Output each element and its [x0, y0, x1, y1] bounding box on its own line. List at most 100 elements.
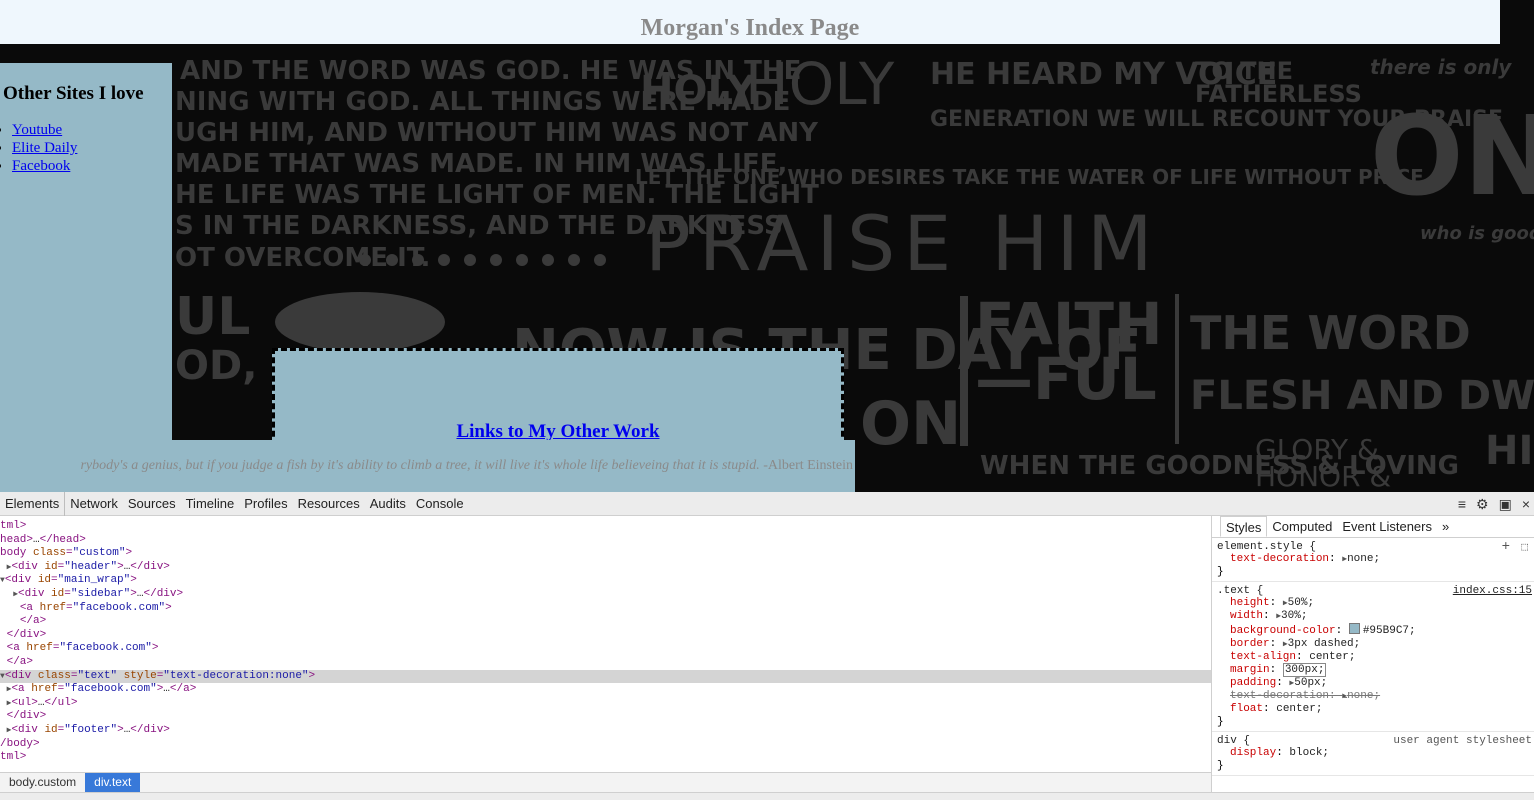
tab-console[interactable]: Console	[411, 492, 469, 516]
property-value[interactable]: 50px;	[1294, 677, 1327, 689]
css-property[interactable]: margin: 300px;	[1217, 663, 1530, 677]
tab-profiles[interactable]: Profiles	[239, 492, 292, 516]
tab-styles[interactable]: Styles	[1220, 516, 1268, 537]
property-name[interactable]: border	[1230, 638, 1270, 650]
breadcrumb-div-text[interactable]: div.text	[85, 773, 141, 792]
toggle-element-state-icon[interactable]: ⬚	[1521, 540, 1528, 554]
style-rules: element.style {+ ⬚ text-decoration: ▶none;…	[1212, 538, 1534, 776]
tab-computed[interactable]: Computed	[1267, 516, 1337, 537]
dom-node[interactable]: /body>	[0, 738, 1211, 751]
dom-token: >	[165, 601, 172, 614]
dom-node[interactable]: tml>	[0, 751, 1211, 764]
tab-timeline[interactable]: Timeline	[181, 492, 240, 516]
dom-token: >	[117, 560, 124, 573]
property-name[interactable]: float	[1230, 703, 1263, 715]
dom-token: >	[151, 642, 159, 655]
dom-token: "text-decoration:none"	[163, 669, 309, 682]
dom-token: <div	[18, 588, 52, 600]
svg-text:OD,: OD,	[175, 343, 257, 389]
css-property[interactable]: border: ▶3px dashed;	[1217, 638, 1530, 651]
dom-node[interactable]: tml>	[0, 520, 1211, 533]
svg-text:ON: ON	[860, 389, 961, 459]
property-name[interactable]: margin	[1230, 664, 1270, 676]
gear-icon[interactable]: ⚙	[1476, 496, 1489, 513]
dom-token: id	[51, 588, 65, 600]
dom-token: head>	[0, 533, 34, 546]
property-value[interactable]: center;	[1276, 703, 1322, 715]
devtools-actions: ≡ ⚙ ▣ ×	[1458, 492, 1530, 516]
css-property[interactable]: text-decoration: ▶none;	[1217, 690, 1530, 703]
more-tabs-chevron-icon[interactable]: »	[1437, 516, 1454, 537]
css-property[interactable]: width: ▶30%;	[1217, 610, 1530, 623]
elite-daily-link[interactable]: Elite Daily	[12, 140, 77, 156]
add-rule-icon[interactable]: +	[1502, 539, 1510, 555]
dom-node[interactable]: head>…</head>	[0, 534, 1211, 547]
source-link[interactable]: index.css:15	[1453, 585, 1532, 597]
breadcrumb-body[interactable]: body.custom	[0, 773, 85, 792]
property-name[interactable]: text-align	[1230, 651, 1296, 663]
color-swatch-icon[interactable]	[1348, 623, 1360, 634]
dom-node[interactable]: ▶<a href="facebook.com">…</a>	[0, 683, 1211, 696]
close-icon[interactable]: ×	[1522, 496, 1530, 512]
property-value[interactable]: 50%;	[1288, 597, 1314, 609]
property-value[interactable]: block;	[1289, 747, 1329, 759]
property-value[interactable]: 3px dashed;	[1288, 638, 1361, 650]
css-property[interactable]: text-decoration: ▶none;	[1217, 553, 1530, 566]
property-name[interactable]: text-decoration	[1230, 553, 1329, 565]
tab-elements[interactable]: Elements	[0, 492, 66, 516]
console-drawer-icon[interactable]: ≡	[1458, 496, 1466, 512]
property-name[interactable]: text-decoration	[1230, 690, 1329, 702]
tab-sources[interactable]: Sources	[123, 492, 181, 516]
dom-node[interactable]: ▼<div id="main_wrap">	[0, 574, 1211, 587]
property-name[interactable]: display	[1230, 747, 1276, 759]
dom-token: <ul>	[11, 696, 38, 709]
rule-close-brace: }	[1217, 566, 1224, 578]
facebook-link[interactable]: Facebook	[12, 158, 70, 174]
dom-node[interactable]: ▶<ul>…</ul>	[0, 697, 1211, 710]
tab-network[interactable]: Network	[65, 492, 123, 516]
css-property[interactable]: background-color: #95B9C7;	[1217, 623, 1530, 638]
property-value[interactable]: 30%;	[1281, 610, 1307, 622]
dom-node[interactable]: body class="custom">	[0, 547, 1211, 560]
property-name[interactable]: padding	[1230, 677, 1276, 689]
dom-token: body	[0, 547, 34, 560]
property-value[interactable]: none;	[1347, 553, 1380, 565]
dom-node[interactable]: ▶<div id="sidebar">…</div>	[0, 588, 1211, 601]
dom-node[interactable]: ▶<div id="header">…</div>	[0, 561, 1211, 574]
dom-node[interactable]: <a href="facebook.com">	[0, 602, 1211, 615]
dom-token: style	[123, 669, 157, 682]
property-value[interactable]: #95B9C7;	[1363, 625, 1416, 637]
svg-text:FLESH AND DWE: FLESH AND DWE	[1190, 373, 1534, 419]
list-item: Youtube	[12, 121, 77, 139]
property-value[interactable]: center;	[1309, 651, 1355, 663]
css-property[interactable]: display: block;	[1217, 747, 1530, 760]
dom-node[interactable]: </a>	[0, 615, 1211, 628]
youtube-link[interactable]: Youtube	[12, 122, 62, 138]
dom-token: class	[37, 669, 71, 682]
css-property[interactable]: float: center;	[1217, 703, 1530, 716]
dom-node[interactable]: ▶<div id="footer">…</div>	[0, 724, 1211, 737]
dom-node-selected[interactable]: ▼<div class="text" style="text-decoratio…	[0, 669, 1211, 683]
css-property[interactable]: padding: ▶50px;	[1217, 677, 1530, 690]
property-name[interactable]: height	[1230, 597, 1270, 609]
devtools-panel: Elements Network Sources Timeline Profiles Re…	[0, 492, 1534, 800]
property-name[interactable]: width	[1230, 610, 1263, 622]
dom-node[interactable]: </div>	[0, 710, 1211, 723]
property-value[interactable]: none;	[1347, 690, 1380, 702]
dom-node[interactable]: <a href="facebook.com">	[0, 642, 1211, 655]
elements-tree: tml> head>…</head> body class="custom"> ▶<…	[0, 516, 1211, 772]
dom-node[interactable]: </div>	[0, 629, 1211, 642]
dock-icon[interactable]: ▣	[1499, 496, 1512, 513]
css-property[interactable]: text-align: center;	[1217, 651, 1530, 664]
breadcrumb: body.custom div.text	[0, 772, 1211, 792]
property-value-editor[interactable]: 300px;	[1282, 663, 1327, 677]
tab-event-listeners[interactable]: Event Listeners	[1337, 516, 1437, 537]
dom-node[interactable]: </a>	[0, 656, 1211, 669]
css-property[interactable]: height: ▶50%;	[1217, 597, 1530, 610]
dom-token: </a>	[6, 656, 34, 668]
list-item: Elite Daily	[12, 139, 77, 157]
tab-resources[interactable]: Resources	[293, 492, 365, 516]
rule-selector[interactable]: element.style {	[1217, 541, 1530, 553]
property-name[interactable]: background-color	[1230, 625, 1336, 637]
tab-audits[interactable]: Audits	[365, 492, 411, 516]
